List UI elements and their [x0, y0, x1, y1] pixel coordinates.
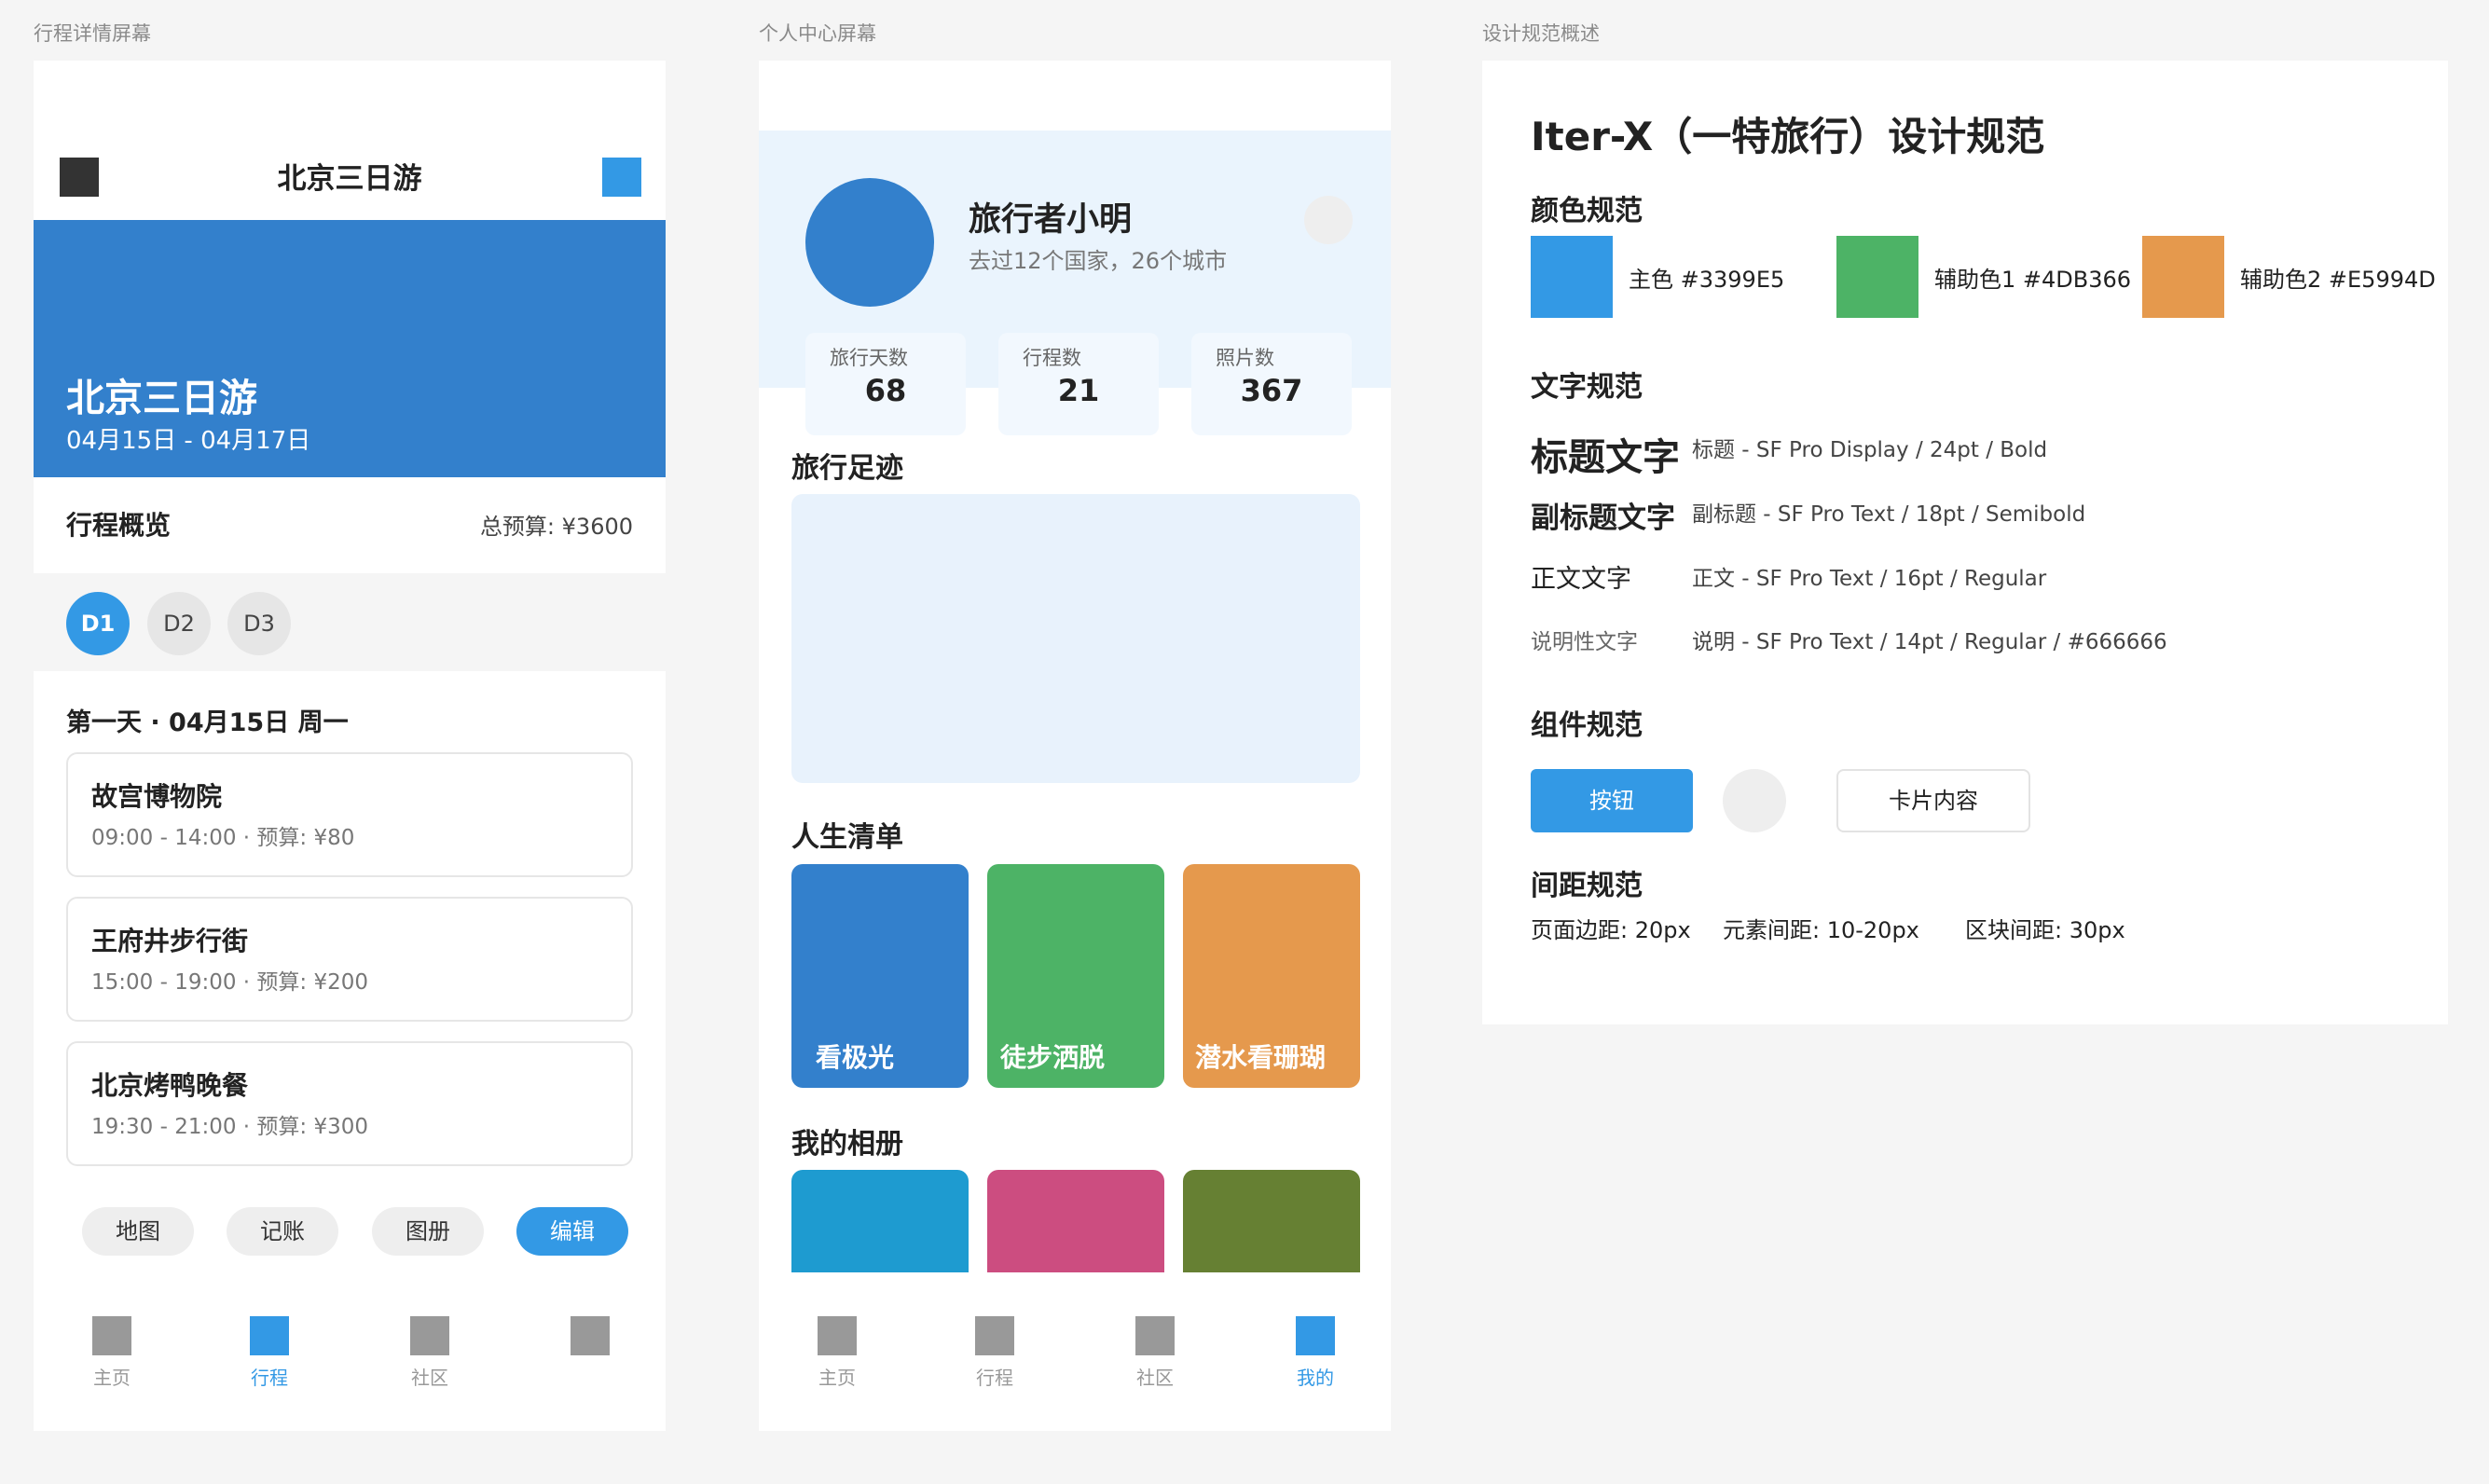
- activity-name: 王府井步行街: [91, 926, 249, 956]
- profile-icon[interactable]: [1296, 1316, 1335, 1355]
- type-desc-caption: 说明 - SF Pro Text / 14pt / Regular / #666…: [1692, 630, 2167, 654]
- activity-meta: 15:00 - 19:00 · 预算: ¥200: [91, 970, 369, 995]
- type-sample-caption: 说明性文字: [1531, 630, 1638, 654]
- activity-name: 北京烤鸭晚餐: [91, 1070, 249, 1101]
- sample-button[interactable]: 按钮: [1531, 769, 1693, 832]
- tab-home[interactable]: 主页: [795, 1363, 879, 1390]
- trip-detail-screen: 北京三日游 北京三日游 04月15日 - 04月17日 行程概览 总预算: ¥3…: [34, 61, 666, 1431]
- activity-card[interactable]: 王府井步行街 15:00 - 19:00 · 预算: ¥200: [66, 897, 633, 1022]
- day-tab-d2[interactable]: D2: [147, 592, 211, 655]
- type-sample-title: 标题文字: [1531, 436, 1680, 479]
- type-sample-subtitle: 副标题文字: [1531, 502, 1675, 535]
- tab-community[interactable]: 社区: [1113, 1363, 1197, 1390]
- day-heading: 第一天 · 04月15日 周一: [66, 708, 349, 737]
- secondary1-color-swatch: [1836, 236, 1918, 318]
- album-title: 我的相册: [791, 1128, 903, 1161]
- album-photo[interactable]: [791, 1170, 969, 1272]
- sample-card[interactable]: 卡片内容: [1836, 769, 2030, 832]
- sample-icon-button[interactable]: [1723, 769, 1786, 832]
- primary-color-label: 主色 #3399E5: [1629, 267, 1785, 293]
- footprint-title: 旅行足迹: [791, 452, 903, 485]
- stat-value: 367: [1240, 373, 1303, 408]
- activity-name: 故宫博物院: [91, 781, 223, 812]
- spacing-page-margin: 页面边距: 20px: [1531, 917, 1691, 943]
- stat-label: 行程数: [1023, 347, 1081, 369]
- frame-label-trip-detail: 行程详情屏幕: [34, 22, 151, 45]
- itinerary-icon[interactable]: [975, 1316, 1014, 1355]
- itinerary-icon[interactable]: [250, 1316, 289, 1355]
- type-sample-body: 正文文字: [1531, 565, 1631, 594]
- spacing-element-gap: 元素间距: 10-20px: [1723, 917, 1919, 943]
- tab-home[interactable]: 主页: [70, 1363, 154, 1390]
- nav-title: 北京三日游: [277, 162, 422, 196]
- tab-itinerary[interactable]: 行程: [227, 1363, 311, 1390]
- overview-title: 行程概览: [66, 510, 172, 541]
- day-tab-d3[interactable]: D3: [227, 592, 291, 655]
- tab-profile[interactable]: 我的: [1273, 1363, 1357, 1390]
- album-photo[interactable]: [987, 1170, 1164, 1272]
- spacing-section-gap: 区块间距: 30px: [1965, 917, 2125, 943]
- community-icon[interactable]: [1135, 1316, 1175, 1355]
- activity-card[interactable]: 北京烤鸭晚餐 19:30 - 21:00 · 预算: ¥300: [66, 1041, 633, 1166]
- frame-label-profile: 个人中心屏幕: [759, 22, 876, 45]
- home-icon[interactable]: [818, 1316, 857, 1355]
- primary-color-swatch: [1531, 236, 1613, 318]
- share-icon[interactable]: [602, 158, 641, 197]
- bucket-item-label: 看极光: [816, 1042, 895, 1073]
- spacing-heading: 间距规范: [1531, 870, 1643, 902]
- stat-value: 68: [864, 373, 907, 408]
- frame-label-spec: 设计规范概述: [1482, 22, 1600, 45]
- community-icon[interactable]: [410, 1316, 449, 1355]
- album-button[interactable]: 图册: [372, 1207, 484, 1256]
- profile-screen: 旅行者小明 去过12个国家，26个城市 旅行天数 68 行程数 21 照片数 3…: [759, 61, 1391, 1431]
- activity-meta: 09:00 - 14:00 · 预算: ¥80: [91, 826, 355, 850]
- avatar[interactable]: [805, 178, 934, 307]
- trip-hero-title: 北京三日游: [66, 376, 257, 420]
- type-desc-title: 标题 - SF Pro Display / 24pt / Bold: [1692, 438, 2048, 462]
- stat-label: 照片数: [1216, 347, 1274, 369]
- edit-button[interactable]: 编辑: [516, 1207, 628, 1256]
- activity-meta: 19:30 - 21:00 · 预算: ¥300: [91, 1115, 369, 1139]
- spec-title: Iter-X（一特旅行）设计规范: [1531, 114, 2045, 159]
- user-summary: 去过12个国家，26个城市: [969, 248, 1228, 274]
- footprint-map[interactable]: [791, 494, 1360, 783]
- secondary2-color-label: 辅助色2 #E5994D: [2240, 267, 2436, 293]
- secondary2-color-swatch: [2142, 236, 2224, 318]
- secondary1-color-label: 辅助色1 #4DB366: [1934, 267, 2132, 293]
- stat-value: 21: [1057, 373, 1100, 408]
- tab-itinerary[interactable]: 行程: [953, 1363, 1037, 1390]
- trip-hero-dates: 04月15日 - 04月17日: [66, 427, 311, 455]
- stat-label: 旅行天数: [830, 347, 908, 369]
- component-heading: 组件规范: [1531, 709, 1643, 742]
- tab-community[interactable]: 社区: [388, 1363, 472, 1390]
- album-photo[interactable]: [1183, 1170, 1360, 1272]
- bucket-item-label: 潜水看珊瑚: [1195, 1042, 1327, 1073]
- bucket-list-title: 人生清单: [791, 821, 903, 854]
- expense-button[interactable]: 记账: [227, 1207, 338, 1256]
- home-icon[interactable]: [92, 1316, 131, 1355]
- settings-icon[interactable]: [1304, 196, 1353, 244]
- bucket-item-label: 徒步洒脱: [1000, 1042, 1106, 1073]
- day-tab-d1[interactable]: D1: [66, 592, 130, 655]
- design-spec-panel: Iter-X（一特旅行）设计规范 颜色规范 主色 #3399E5 辅助色1 #4…: [1482, 61, 2448, 1024]
- text-heading: 文字规范: [1531, 371, 1643, 404]
- map-button[interactable]: 地图: [82, 1207, 194, 1256]
- type-desc-subtitle: 副标题 - SF Pro Text / 18pt / Semibold: [1692, 502, 2086, 527]
- type-desc-body: 正文 - SF Pro Text / 16pt / Regular: [1692, 567, 2047, 591]
- user-name: 旅行者小明: [969, 201, 1133, 239]
- activity-card[interactable]: 故宫博物院 09:00 - 14:00 · 预算: ¥80: [66, 752, 633, 877]
- total-budget: 总预算: ¥3600: [479, 514, 633, 540]
- color-heading: 颜色规范: [1531, 195, 1643, 227]
- profile-icon[interactable]: [571, 1316, 610, 1355]
